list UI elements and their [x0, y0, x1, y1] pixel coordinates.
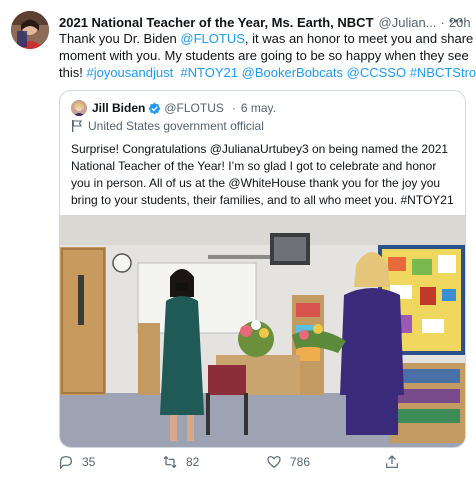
- tweet-text-segment: , it was an honor to meet you and share …: [244, 31, 476, 46]
- quoted-header-separator: ·: [231, 101, 236, 115]
- tweet-text-line: this! #joyousandjust #NTOY21 @BookerBobc…: [59, 64, 476, 81]
- author-avatar-image: [11, 11, 49, 49]
- hashtag-link[interactable]: #NTOY21: [180, 65, 238, 80]
- quoted-author-avatar[interactable]: [71, 100, 87, 116]
- retweet-button[interactable]: 82: [162, 452, 199, 472]
- government-label: United States government official: [71, 119, 264, 133]
- author-handle[interactable]: @Julian...: [379, 15, 437, 30]
- retweet-icon: [163, 455, 177, 469]
- author-name[interactable]: 2021 National Teacher of the Year, Ms. E…: [59, 15, 374, 30]
- hashtag-link[interactable]: #NBCTStrong: [410, 65, 476, 80]
- quoted-tweet[interactable]: Jill Biden @FLOTUS · 6 may. United State…: [59, 90, 466, 448]
- quoted-tweet-header: Jill Biden @FLOTUS · 6 may.: [71, 99, 276, 117]
- hashtag-link[interactable]: #joyousandjust: [86, 65, 173, 80]
- tweet-text-line: moment with you. My students are going t…: [59, 47, 469, 64]
- tweet-text-segment: this!: [59, 65, 87, 80]
- like-count: 786: [290, 455, 311, 469]
- like-button[interactable]: 786: [266, 452, 310, 472]
- tweet-text-segment: moment with you. My students are going t…: [59, 48, 469, 63]
- tweet-actions: 35 82 786: [58, 452, 458, 472]
- author-avatar[interactable]: [11, 11, 49, 49]
- tweet-text-line: Thank you Dr. Biden @FLOTUS, it was an h…: [59, 30, 473, 47]
- mention-link[interactable]: @FLOTUS: [180, 31, 244, 46]
- quoted-tweet-text-line: National Teacher of the Year! I’m so gla…: [71, 159, 437, 173]
- government-label-text: United States government official: [88, 119, 264, 133]
- reply-button[interactable]: 35: [58, 452, 95, 472]
- header-separator: ·: [440, 14, 445, 30]
- government-flag-icon: [71, 120, 83, 132]
- mention-link[interactable]: @CCSSO: [347, 65, 406, 80]
- quoted-tweet-text-line: Surprise! Congratulations @JulianaUrtube…: [71, 142, 449, 156]
- quoted-author-name[interactable]: Jill Biden: [92, 101, 145, 115]
- quoted-tweet-text-line: you in person. All of us at the @WhiteHo…: [71, 176, 441, 190]
- reply-count: 35: [82, 455, 96, 469]
- quoted-tweet-text-line: bring to your students, their families, …: [71, 193, 454, 207]
- classroom-photo: [60, 215, 465, 447]
- verified-badge-icon: [148, 102, 161, 115]
- quoted-tweet-text: Surprise! Congratulations @JulianaUrtube…: [71, 141, 456, 209]
- heart-icon: [267, 456, 281, 469]
- tweet[interactable]: 2021 National Teacher of the Year, Ms. E…: [0, 0, 476, 486]
- quoted-author-handle[interactable]: @FLOTUS: [164, 101, 224, 115]
- share-button[interactable]: [384, 452, 408, 472]
- tweet-text: Thank you Dr. Biden @FLOTUS, it was an h…: [59, 30, 476, 81]
- retweet-count: 82: [186, 455, 200, 469]
- tweet-text-segment: Thank you Dr. Biden: [59, 31, 181, 46]
- reply-icon: [60, 456, 72, 470]
- quoted-tweet-photo[interactable]: [60, 215, 465, 447]
- mention-link[interactable]: @BookerBobcats: [242, 65, 343, 80]
- tweet-header: 2021 National Teacher of the Year, Ms. E…: [59, 12, 471, 32]
- share-icon: [386, 455, 398, 468]
- quoted-tweet-date[interactable]: 6 may.: [241, 101, 276, 115]
